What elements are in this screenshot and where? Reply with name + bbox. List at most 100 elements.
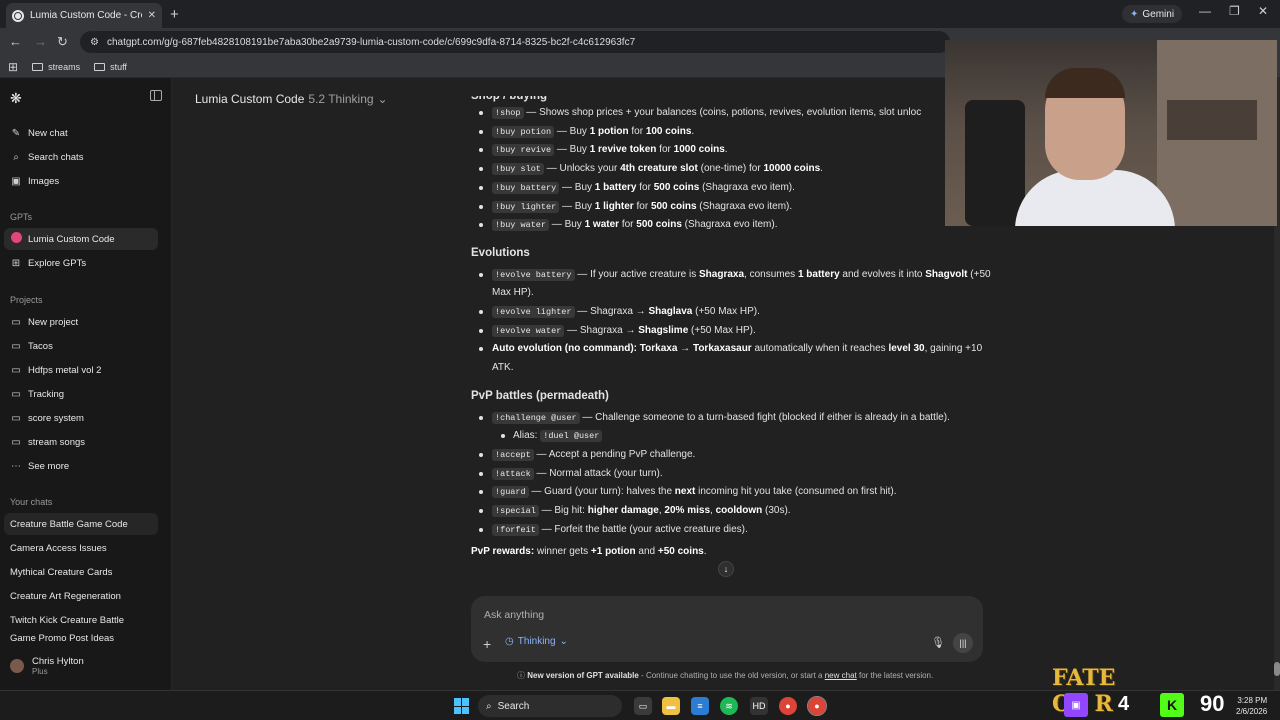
- hud-app-icon[interactable]: HD: [750, 697, 768, 715]
- chat-item[interactable]: Creature Battle Game Code: [4, 513, 158, 535]
- assistant-message: Shop / buying !shop — Shows shop prices …: [471, 96, 991, 562]
- webcam-overlay: [945, 40, 1277, 226]
- close-window-icon[interactable]: ✕: [1258, 4, 1268, 18]
- sidebar-item-label: New project: [28, 316, 79, 328]
- minimize-icon[interactable]: —: [1199, 4, 1211, 18]
- sidebar-item-hdfps-metal[interactable]: ▭ Hdfps metal vol 2: [4, 359, 158, 381]
- chat-item[interactable]: Camera Access Issues: [4, 537, 158, 559]
- folder-icon: ▭: [11, 340, 21, 352]
- system-tray: FATE OF R ▣ 4 K 90 3:28 PM 2/6/2026: [1040, 665, 1280, 720]
- file-explorer-icon[interactable]: ▬: [662, 697, 680, 715]
- kick-icon: K: [1160, 693, 1184, 717]
- sidebar-item-explore-gpts[interactable]: ⊞ Explore GPTs: [4, 252, 158, 274]
- sidebar-item-stream-songs[interactable]: ▭ stream songs: [4, 431, 158, 453]
- sidebar: ❋ ✎ New chat ⌕ Search chats ▣ Images GPT…: [0, 78, 172, 690]
- chevron-down-icon: ⌄: [377, 92, 388, 106]
- list-item: !buy water — Buy 1 water for 500 coins (…: [471, 216, 991, 235]
- new-chat-link[interactable]: new chat: [825, 671, 857, 680]
- microphone-icon[interactable]: 🎙: [931, 636, 945, 649]
- browser-tab[interactable]: Lumia Custom Code - Creature ✕: [6, 3, 162, 28]
- thinking-label: Thinking: [517, 636, 556, 647]
- sidebar-item-new-project[interactable]: ▭ New project: [4, 311, 158, 333]
- model-version: 5.2 Thinking: [308, 92, 374, 106]
- projects-header: Projects: [10, 295, 43, 305]
- taskbar-search[interactable]: ⌕ Search: [478, 695, 622, 717]
- chat-item[interactable]: Twitch Kick Creature Battle: [4, 609, 158, 631]
- system-clock[interactable]: 3:28 PM 2/6/2026: [1236, 695, 1267, 717]
- chrome-icon[interactable]: ●: [779, 697, 797, 715]
- spotify-icon[interactable]: ≋: [720, 697, 738, 715]
- taskbar-search-label: Search: [497, 700, 530, 712]
- thinking-mode-button[interactable]: ◷ Thinking ⌄: [505, 636, 568, 647]
- gemini-icon: ✦: [1130, 8, 1139, 20]
- bookmark-label: streams: [48, 61, 81, 72]
- sidebar-item-lumia-custom-code[interactable]: Lumia Custom Code: [4, 228, 158, 250]
- forward-icon[interactable]: →: [34, 34, 47, 49]
- task-view-icon[interactable]: ▭: [634, 697, 652, 715]
- bookmark-streams[interactable]: streams: [32, 62, 80, 72]
- back-icon[interactable]: ←: [9, 34, 22, 49]
- evolutions-list: !evolve battery — If your active creatur…: [471, 266, 991, 378]
- bookmark-stuff[interactable]: stuff: [94, 62, 127, 72]
- scroll-to-bottom-button[interactable]: ↓: [718, 561, 734, 577]
- twitch-icon: ▣: [1064, 693, 1088, 717]
- maximize-icon[interactable]: ❐: [1229, 4, 1240, 18]
- folder-icon: [94, 62, 106, 71]
- list-item: !buy potion — Buy 1 potion for 100 coins…: [471, 123, 991, 142]
- chatgpt-logo-icon[interactable]: ❋: [10, 90, 22, 107]
- model-selector[interactable]: Lumia Custom Code 5.2 Thinking ⌄: [195, 92, 388, 106]
- search-icon: ⌕: [486, 700, 492, 712]
- gpts-header: GPTs: [10, 212, 33, 222]
- section-heading-shop: Shop / buying: [471, 96, 548, 102]
- sidebar-item-label: Lumia Custom Code: [28, 233, 115, 245]
- url-text: chatgpt.com/g/g-687feb4828108191be7aba30…: [106, 36, 636, 48]
- voice-mode-button[interactable]: |||: [953, 633, 973, 653]
- model-name: Lumia Custom Code: [195, 92, 305, 106]
- collapse-sidebar-icon[interactable]: [150, 90, 162, 101]
- list-item: !evolve lighter — Shagraxa → Shaglava (+…: [471, 303, 991, 322]
- folder-icon: ▭: [11, 436, 21, 448]
- close-tab-icon[interactable]: ✕: [148, 10, 156, 21]
- add-attachment-icon[interactable]: +: [483, 636, 491, 652]
- list-item: !forfeit — Forfeit the battle (your acti…: [471, 521, 991, 540]
- windows-start-icon[interactable]: [454, 698, 470, 714]
- folder-plus-icon: ▭: [11, 316, 21, 328]
- chat-item[interactable]: Mythical Creature Cards: [4, 561, 158, 583]
- edit-icon: ✎: [11, 127, 21, 139]
- sidebar-item-see-more[interactable]: ⋯ See more: [4, 455, 158, 477]
- sidebar-item-score-system[interactable]: ▭ score system: [4, 407, 158, 429]
- your-chats-header: Your chats: [10, 497, 53, 507]
- section-heading-pvp: PvP battles (permadeath): [471, 389, 609, 402]
- sidebar-item-label: Search chats: [28, 151, 84, 163]
- user-profile[interactable]: Chris Hylton Plus: [10, 656, 84, 676]
- sidebar-item-label: See more: [28, 460, 70, 472]
- sidebar-item-new-chat[interactable]: ✎ New chat: [4, 122, 158, 144]
- gemini-button[interactable]: ✦ Gemini: [1122, 5, 1183, 23]
- search-icon: ⌕: [13, 151, 19, 163]
- prompt-input[interactable]: [484, 606, 904, 624]
- notepad-icon[interactable]: ≡: [691, 697, 709, 715]
- version-notice: ⓘ New version of GPT available - Continu…: [517, 671, 934, 680]
- list-item: !shop — Shows shop prices + your balance…: [471, 104, 991, 123]
- chat-item[interactable]: Game Promo Post Ideas: [4, 633, 158, 645]
- list-item: !special — Big hit: higher damage, 20% m…: [471, 502, 991, 521]
- sidebar-item-images[interactable]: ▣ Images: [4, 170, 158, 192]
- message-composer: + ◷ Thinking ⌄ 🎙 |||: [471, 596, 983, 662]
- clock-icon: ◷: [505, 636, 514, 647]
- chat-item[interactable]: Creature Art Regeneration: [4, 585, 158, 607]
- site-info-icon[interactable]: ⚙: [90, 37, 99, 48]
- tab-title: Lumia Custom Code - Creature: [30, 10, 142, 21]
- address-bar[interactable]: ⚙ chatgpt.com/g/g-687feb4828108191be7aba…: [80, 31, 950, 53]
- more-icon: ⋯: [11, 460, 21, 472]
- avatar: [10, 659, 24, 673]
- new-tab-icon[interactable]: +: [170, 6, 179, 23]
- sidebar-item-tracking[interactable]: ▭ Tracking: [4, 383, 158, 405]
- sidebar-item-tacos[interactable]: ▭ Tacos: [4, 335, 158, 357]
- list-item: !buy revive — Buy 1 revive token for 100…: [471, 141, 991, 160]
- lumia-icon: [10, 232, 22, 246]
- chrome-active-icon[interactable]: ●: [807, 696, 827, 716]
- sidebar-item-search-chats[interactable]: ⌕ Search chats: [4, 146, 158, 168]
- apps-grid-icon[interactable]: ⊞: [8, 60, 18, 74]
- reload-icon[interactable]: ↻: [57, 34, 68, 50]
- chevron-down-icon: ⌄: [559, 636, 568, 647]
